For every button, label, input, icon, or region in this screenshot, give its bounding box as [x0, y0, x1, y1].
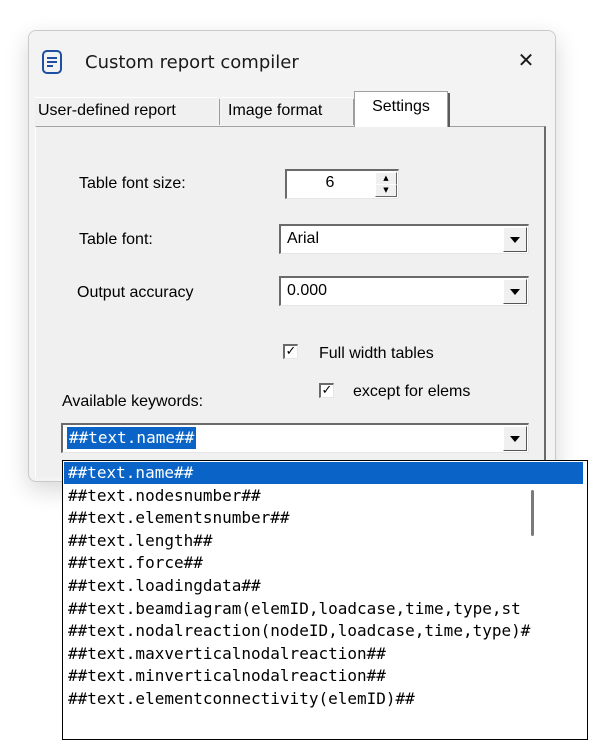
- list-item[interactable]: ##text.elementsnumber##: [64, 507, 583, 529]
- tab-settings[interactable]: Settings: [354, 91, 450, 127]
- list-item[interactable]: ##text.minverticalnodalreaction##: [64, 665, 583, 687]
- output-accuracy-value: 0.000: [287, 282, 328, 299]
- tab-label: User-defined report: [38, 102, 176, 119]
- table-font-size-stepper[interactable]: 6 ▲ ▼: [285, 169, 399, 199]
- chevron-down-icon[interactable]: [503, 279, 527, 304]
- chevron-down-icon[interactable]: [503, 426, 527, 451]
- list-item[interactable]: ##text.name##: [64, 462, 583, 484]
- chevron-down-icon[interactable]: [503, 227, 527, 252]
- report-compiler-dialog: Custom report compiler ✕ User-defined re…: [28, 30, 556, 482]
- document-icon: [42, 50, 62, 74]
- table-font-label: Table font:: [79, 231, 153, 248]
- output-accuracy-select[interactable]: 0.000: [279, 276, 529, 306]
- window-title: Custom report compiler: [85, 52, 299, 73]
- tab-user-defined-report[interactable]: User-defined report: [35, 97, 217, 125]
- tab-divider: [219, 99, 220, 125]
- list-item[interactable]: ##text.maxverticalnodalreaction##: [64, 643, 583, 665]
- except-elems-label: except for elems: [353, 383, 471, 400]
- list-item[interactable]: ##text.beamdiagram(elemID,loadcase,time,…: [64, 598, 583, 620]
- full-width-checkbox[interactable]: ✓: [283, 344, 298, 359]
- close-button[interactable]: ✕: [509, 45, 543, 75]
- table-font-size-value: 6: [325, 174, 335, 191]
- tab-label: Image format: [228, 102, 323, 119]
- available-keywords-label: Available keywords:: [62, 393, 204, 410]
- tab-label: Settings: [372, 98, 430, 115]
- tab-image-format[interactable]: Image format: [222, 97, 352, 125]
- full-width-label: Full width tables: [319, 345, 434, 362]
- table-font-select[interactable]: Arial: [279, 224, 529, 254]
- list-item[interactable]: ##text.force##: [64, 552, 583, 574]
- keywords-select[interactable]: ##text.name##: [61, 423, 529, 453]
- table-font-size-label: Table font size:: [79, 175, 186, 192]
- output-accuracy-label: Output accuracy: [77, 284, 194, 301]
- keywords-value: ##text.name##: [67, 427, 197, 449]
- scrollbar-thumb[interactable]: [531, 490, 534, 536]
- spin-down-button[interactable]: ▼: [375, 184, 397, 197]
- list-item[interactable]: ##text.elementconnectivity(elemID)##: [64, 688, 583, 710]
- title-bar[interactable]: Custom report compiler ✕: [29, 31, 555, 83]
- spin-buttons: ▲ ▼: [375, 172, 397, 197]
- close-icon: ✕: [517, 48, 535, 72]
- table-font-value: Arial: [287, 230, 320, 247]
- list-item[interactable]: ##text.loadingdata##: [64, 575, 583, 597]
- keywords-dropdown-list[interactable]: ##text.name## ##text.nodesnumber## ##text.…: [62, 460, 588, 740]
- list-item[interactable]: ##text.length##: [64, 530, 583, 552]
- list-item[interactable]: ##text.nodesnumber##: [64, 485, 583, 507]
- list-item[interactable]: ##text.nodalreaction(nodeID,loadcase,tim…: [64, 620, 583, 642]
- except-elems-checkbox[interactable]: ✓: [319, 383, 334, 398]
